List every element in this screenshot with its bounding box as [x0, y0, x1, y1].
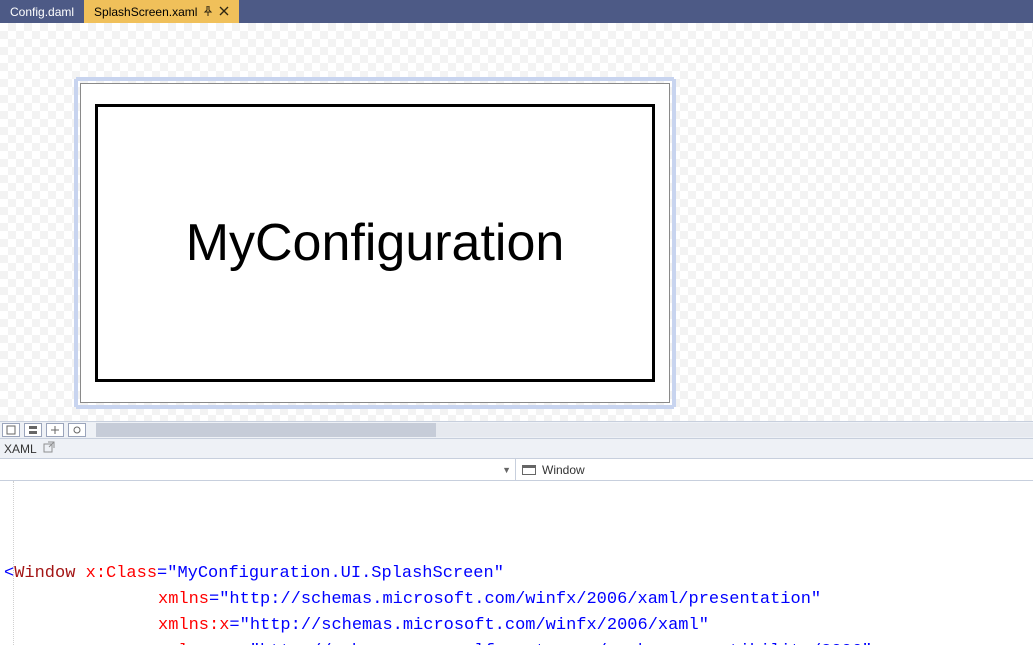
- selection-rail-top[interactable]: [76, 77, 674, 81]
- tab-label: SplashScreen.xaml: [94, 5, 197, 19]
- xaml-scope-bar: ▼ Window: [0, 459, 1033, 481]
- tab-config-daml[interactable]: Config.daml: [0, 0, 84, 23]
- scope-label: Window: [542, 463, 585, 477]
- splash-title-text: MyConfiguration: [186, 213, 565, 273]
- pin-icon[interactable]: [203, 5, 213, 19]
- toolbar-btn-2[interactable]: [24, 423, 42, 437]
- selection-rail-left[interactable]: [74, 79, 78, 407]
- toolbar-btn-1[interactable]: [2, 423, 20, 437]
- tab-label: Config.daml: [10, 5, 74, 19]
- xaml-designer-surface[interactable]: MyConfiguration: [0, 23, 1033, 421]
- window-icon: [522, 465, 536, 475]
- chevron-down-icon: ▼: [502, 465, 511, 475]
- scope-dropdown-left[interactable]: ▼: [0, 459, 516, 480]
- window-artboard[interactable]: MyConfiguration: [80, 83, 670, 403]
- selection-rail-bottom[interactable]: [76, 405, 674, 409]
- scrollbar-thumb[interactable]: [96, 423, 436, 437]
- xaml-pane-header[interactable]: XAML: [0, 439, 1033, 459]
- toolbar-btn-3[interactable]: [46, 423, 64, 437]
- artboard-selection[interactable]: MyConfiguration: [80, 83, 670, 403]
- tab-splashscreen-xaml[interactable]: SplashScreen.xaml: [84, 0, 239, 23]
- designer-toolbar: [0, 421, 1033, 439]
- selection-rail-right[interactable]: [672, 79, 676, 407]
- content-border[interactable]: MyConfiguration: [95, 104, 655, 382]
- scope-dropdown-right[interactable]: Window: [516, 459, 1033, 480]
- close-icon[interactable]: [219, 5, 229, 19]
- document-tabstrip: Config.daml SplashScreen.xaml: [0, 0, 1033, 23]
- popout-icon[interactable]: [43, 441, 55, 456]
- code-content[interactable]: <Window x:Class="MyConfiguration.UI.Spla…: [4, 561, 1029, 645]
- xaml-pane-label: XAML: [4, 442, 37, 456]
- editor-gutter: [0, 481, 14, 645]
- designer-horizontal-scrollbar[interactable]: [96, 423, 1033, 437]
- toolbar-btn-4[interactable]: [68, 423, 86, 437]
- xaml-code-editor[interactable]: <Window x:Class="MyConfiguration.UI.Spla…: [0, 481, 1033, 645]
